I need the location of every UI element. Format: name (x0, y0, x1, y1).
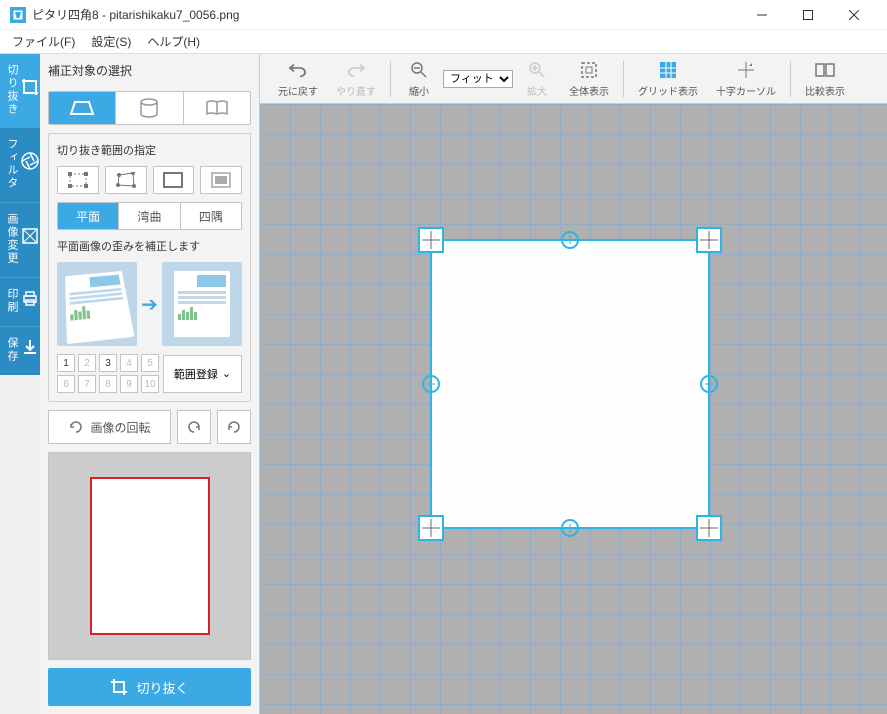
tab-corners[interactable]: 四隅 (180, 203, 241, 229)
titlebar: ピタリ四角8 - pitarishikaku7_0056.png (0, 0, 887, 30)
canvas[interactable] (260, 104, 887, 714)
crop-preview (48, 452, 251, 660)
preset-4[interactable]: 4 (120, 354, 138, 372)
sidetab-transform[interactable]: 画像変更 (0, 202, 40, 277)
close-button[interactable] (831, 0, 877, 30)
download-icon (20, 337, 40, 357)
crosshair-icon (735, 59, 757, 81)
crosshair-button[interactable]: 十字カーソル (708, 57, 784, 100)
sidetab-crop[interactable]: 切り抜き (0, 54, 40, 128)
chevron-down-icon: ⌄ (222, 367, 231, 380)
zoom-out-button[interactable]: 縮小 (397, 57, 441, 100)
preset-7[interactable]: 7 (78, 375, 96, 393)
preset-3[interactable]: 3 (99, 354, 117, 372)
target-trapezoid[interactable] (49, 92, 115, 124)
tab-flat[interactable]: 平面 (58, 203, 118, 229)
fit-icon (578, 59, 600, 81)
preset-8[interactable]: 8 (99, 375, 117, 393)
crop-selection[interactable] (430, 239, 710, 529)
tab-curved[interactable]: 湾曲 (118, 203, 179, 229)
target-cylinder[interactable] (115, 92, 182, 124)
panel-title: 補正対象の選択 (48, 62, 251, 79)
compare-button[interactable]: 比較表示 (797, 57, 853, 100)
transform-icon (20, 226, 40, 246)
compare-icon (814, 59, 836, 81)
arrow-right-icon: ➔ (141, 292, 158, 317)
redo-icon (345, 59, 367, 81)
range-mode-rect[interactable] (57, 166, 99, 194)
handle-mid-left[interactable] (422, 375, 440, 393)
side-tabs: 切り抜き フィルタ 画像変更 印刷 保存 (0, 54, 40, 714)
handle-top-left[interactable] (418, 227, 444, 253)
preset-2[interactable]: 2 (78, 354, 96, 372)
app-icon (10, 7, 26, 23)
preview-document (90, 477, 210, 635)
surface-tabs: 平面 湾曲 四隅 (57, 202, 242, 230)
rotate-ccw-button[interactable] (177, 410, 211, 444)
preset-grid: 1 2 3 4 5 6 7 8 9 10 (57, 354, 159, 393)
target-type-segmented (48, 91, 251, 125)
menu-help[interactable]: ヘルプ(H) (139, 33, 208, 50)
fit-all-button[interactable]: 全体表示 (561, 57, 617, 100)
print-icon (20, 288, 40, 308)
range-label: 切り抜き範囲の指定 (57, 142, 242, 158)
undo-button[interactable]: 元に戻す (270, 57, 326, 100)
handle-top-right[interactable] (696, 227, 722, 253)
preset-5[interactable]: 5 (141, 354, 159, 372)
sidetab-save[interactable]: 保存 (0, 326, 40, 375)
crop-button[interactable]: 切り抜く (48, 668, 251, 706)
handle-mid-top[interactable] (561, 231, 579, 249)
side-panel: 補正対象の選択 切り抜き範囲の指定 平面 湾曲 四隅 平面画像の歪みを補正します (40, 54, 260, 714)
undo-icon (287, 59, 309, 81)
preset-6[interactable]: 6 (57, 375, 75, 393)
zoom-in-icon (526, 59, 548, 81)
range-mode-frame[interactable] (153, 166, 195, 194)
zoom-select[interactable]: フィット (443, 70, 513, 88)
menu-file[interactable]: ファイル(F) (4, 33, 83, 50)
surface-desc: 平面画像の歪みを補正します (57, 238, 242, 254)
grid-toggle-button[interactable]: グリッド表示 (630, 57, 706, 100)
example-illustration: ➔ (57, 262, 242, 346)
example-after (162, 262, 242, 346)
crop-action-icon (110, 678, 128, 696)
preset-1[interactable]: 1 (57, 354, 75, 372)
range-mode-quad[interactable] (105, 166, 147, 194)
sidetab-filter[interactable]: フィルタ (0, 128, 40, 202)
range-group: 切り抜き範囲の指定 平面 湾曲 四隅 平面画像の歪みを補正します (48, 133, 251, 402)
handle-mid-right[interactable] (700, 375, 718, 393)
preset-10[interactable]: 10 (141, 375, 159, 393)
zoom-out-icon (408, 59, 430, 81)
range-mode-fill[interactable] (200, 166, 242, 194)
zoom-in-button[interactable]: 拡大 (515, 57, 559, 100)
example-before (57, 262, 137, 346)
rotate-cw-button[interactable] (217, 410, 251, 444)
maximize-button[interactable] (785, 0, 831, 30)
handle-mid-bottom[interactable] (561, 519, 579, 537)
handle-bottom-right[interactable] (696, 515, 722, 541)
toolbar: 元に戻す やり直す 縮小 フィット 拡大 全体表示 (260, 54, 887, 104)
preset-9[interactable]: 9 (120, 375, 138, 393)
redo-button[interactable]: やり直す (328, 57, 384, 100)
target-book[interactable] (183, 92, 250, 124)
menubar: ファイル(F) 設定(S) ヘルプ(H) (0, 30, 887, 54)
rotate-icon (68, 419, 84, 435)
register-range-button[interactable]: 範囲登録 ⌄ (163, 355, 242, 393)
crop-icon (20, 77, 40, 97)
grid-icon (657, 59, 679, 81)
minimize-button[interactable] (739, 0, 785, 30)
rotate-button[interactable]: 画像の回転 (48, 410, 171, 444)
handle-bottom-left[interactable] (418, 515, 444, 541)
aperture-icon (20, 151, 40, 171)
sidetab-print[interactable]: 印刷 (0, 277, 40, 326)
menu-settings[interactable]: 設定(S) (83, 33, 139, 50)
window-title: ピタリ四角8 - pitarishikaku7_0056.png (32, 6, 739, 23)
